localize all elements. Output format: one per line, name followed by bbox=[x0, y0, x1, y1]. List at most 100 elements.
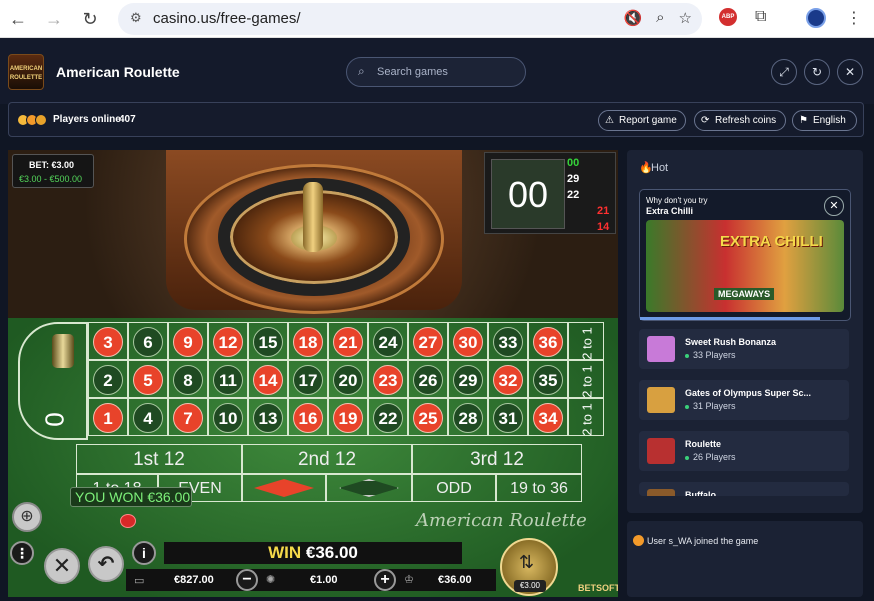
extensions-icon[interactable]: ⧉ bbox=[755, 8, 766, 26]
game-list-item[interactable]: Gates of Olympus Super Sc... 31 Players bbox=[639, 380, 849, 420]
bet-range: €3.00 - €500.00 bbox=[19, 174, 83, 184]
number-cell[interactable]: 24 bbox=[368, 322, 408, 360]
number-cell[interactable]: 31 bbox=[488, 398, 528, 436]
bet-total-icon: ♔ bbox=[404, 574, 414, 586]
number-cell[interactable]: 14 bbox=[248, 360, 288, 398]
number-label: 31 bbox=[493, 403, 523, 433]
game-list-item[interactable]: Roulette 26 Players bbox=[639, 431, 849, 471]
language-button[interactable]: ⚑ English bbox=[792, 110, 857, 131]
number-cell[interactable]: 29 bbox=[448, 360, 488, 398]
number-label: 10 bbox=[213, 403, 243, 433]
number-cell[interactable]: 3 bbox=[88, 322, 128, 360]
game-thumbnail bbox=[647, 387, 675, 413]
number-cell[interactable]: 18 bbox=[288, 322, 328, 360]
number-cell[interactable]: 26 bbox=[408, 360, 448, 398]
dozen-2-bet[interactable]: 2nd 12 bbox=[242, 444, 412, 474]
featured-game-card[interactable]: Why don't you try Extra Chilli ✕ EXTRA C… bbox=[639, 189, 851, 321]
number-label: 34 bbox=[533, 403, 563, 433]
number-cell[interactable]: 13 bbox=[248, 398, 288, 436]
dismiss-feature-button[interactable]: ✕ bbox=[824, 196, 844, 216]
close-game-button[interactable]: ✕ bbox=[837, 59, 863, 85]
number-label: 27 bbox=[413, 327, 443, 357]
number-cell[interactable]: 4 bbox=[128, 398, 168, 436]
activity-feed: User s_WA joined the game bbox=[627, 521, 863, 597]
number-cell[interactable]: 10 bbox=[208, 398, 248, 436]
bookmark-star-icon[interactable]: ☆ bbox=[679, 9, 692, 27]
info-bar: Players online 407 ⚠ Report game ⟳ Refre… bbox=[8, 102, 864, 137]
game-list-item[interactable]: Sweet Rush Bonanza 33 Players bbox=[639, 329, 849, 369]
number-cell[interactable]: 8 bbox=[168, 360, 208, 398]
dozen-3-bet[interactable]: 3rd 12 bbox=[412, 444, 582, 474]
zoom-icon[interactable]: ⌕ bbox=[656, 9, 664, 27]
column-bet-middle[interactable]: 2 to 1 bbox=[568, 360, 604, 398]
number-cell[interactable]: 21 bbox=[328, 322, 368, 360]
search-input[interactable]: ⌕ Search games bbox=[346, 57, 526, 87]
spin-button[interactable]: ⇅ €3.00 bbox=[500, 538, 558, 596]
current-bet: BET: €3.00 bbox=[29, 160, 75, 170]
bet-limits-box: BET: €3.00 €3.00 - €500.00 bbox=[12, 154, 94, 188]
number-cell[interactable]: 12 bbox=[208, 322, 248, 360]
undo-button[interactable]: ↶ bbox=[88, 546, 124, 582]
profile-avatar[interactable] bbox=[806, 8, 826, 28]
column-bet-bottom[interactable]: 2 to 1 bbox=[568, 398, 604, 436]
back-icon[interactable]: ← bbox=[6, 7, 30, 31]
number-cell[interactable]: 16 bbox=[288, 398, 328, 436]
number-cell[interactable]: 9 bbox=[168, 322, 208, 360]
number-cell[interactable]: 15 bbox=[248, 322, 288, 360]
game-controls: ⋮ ✕ ↶ i WIN €36.00 ▭ €827.00 − ✺ €1.00 +… bbox=[8, 538, 618, 597]
win-label: WIN bbox=[268, 543, 302, 562]
feature-thumbnail[interactable]: EXTRA CHILLI MEGAWAYS bbox=[646, 220, 844, 312]
number-label: 36 bbox=[533, 327, 563, 357]
number-label: 32 bbox=[493, 365, 523, 395]
game-list-item[interactable]: Buffalo bbox=[639, 482, 849, 496]
number-cell[interactable]: 33 bbox=[488, 322, 528, 360]
decrease-chip-button[interactable]: − bbox=[236, 569, 258, 591]
refresh-coins-button[interactable]: ⟳ Refresh coins bbox=[694, 110, 786, 131]
number-cell[interactable]: 28 bbox=[448, 398, 488, 436]
number-cell[interactable]: 22 bbox=[368, 398, 408, 436]
site-settings-icon[interactable]: ⚙ bbox=[130, 10, 142, 26]
number-cell[interactable]: 23 bbox=[368, 360, 408, 398]
number-cell[interactable]: 7 bbox=[168, 398, 208, 436]
number-cell[interactable]: 32 bbox=[488, 360, 528, 398]
number-label: 28 bbox=[453, 403, 483, 433]
high-bet[interactable]: 19 to 36 bbox=[496, 474, 582, 502]
number-cell[interactable]: 25 bbox=[408, 398, 448, 436]
reload-icon[interactable]: ↻ bbox=[78, 7, 102, 31]
number-cell[interactable]: 27 bbox=[408, 322, 448, 360]
number-cell[interactable]: 1 bbox=[88, 398, 128, 436]
mute-icon[interactable]: 🔇 bbox=[623, 9, 642, 27]
number-cell[interactable]: 17 bbox=[288, 360, 328, 398]
number-cell[interactable]: 6 bbox=[128, 322, 168, 360]
clear-bets-button[interactable]: ✕ bbox=[44, 548, 80, 584]
fullscreen-button[interactable]: ⤢ bbox=[771, 59, 797, 85]
number-cell[interactable]: 30 bbox=[448, 322, 488, 360]
number-cell[interactable]: 36 bbox=[528, 322, 568, 360]
address-bar[interactable]: ⚙ casino.us/free-games/ 🔇 ⌕ ☆ bbox=[118, 3, 702, 35]
info-menu-button[interactable]: ⋮ bbox=[10, 541, 34, 565]
game-canvas[interactable]: BET: €3.00 €3.00 - €500.00 00 00 29 22 21 14… bbox=[8, 150, 618, 597]
number-cell[interactable]: 19 bbox=[328, 398, 368, 436]
number-cell[interactable]: 2 bbox=[88, 360, 128, 398]
paytable-button[interactable]: i bbox=[132, 541, 156, 565]
number-cell[interactable]: 5 bbox=[128, 360, 168, 398]
forward-icon[interactable]: → bbox=[42, 7, 66, 31]
number-cell[interactable]: 34 bbox=[528, 398, 568, 436]
column-bet-top[interactable]: 2 to 1 bbox=[568, 322, 604, 360]
number-label: 22 bbox=[373, 403, 403, 433]
number-cell[interactable]: 35 bbox=[528, 360, 568, 398]
adblock-extension-icon[interactable]: ABP bbox=[719, 8, 737, 26]
zero-bet-area[interactable]: 0 bbox=[18, 322, 88, 440]
odd-bet[interactable]: ODD bbox=[412, 474, 496, 502]
menu-kebab-icon[interactable]: ⋮ bbox=[846, 8, 862, 28]
reload-game-button[interactable]: ↻ bbox=[804, 59, 830, 85]
x-icon: ✕ bbox=[52, 553, 72, 578]
number-cell[interactable]: 11 bbox=[208, 360, 248, 398]
feature-progress bbox=[640, 317, 820, 320]
results-history: 00 00 29 22 21 14 bbox=[484, 152, 616, 234]
report-game-button[interactable]: ⚠ Report game bbox=[598, 110, 686, 131]
number-cell[interactable]: 20 bbox=[328, 360, 368, 398]
increase-chip-button[interactable]: + bbox=[374, 569, 396, 591]
dozen-1-bet[interactable]: 1st 12 bbox=[76, 444, 242, 474]
zoom-in-button[interactable]: ⊕ bbox=[12, 502, 42, 532]
